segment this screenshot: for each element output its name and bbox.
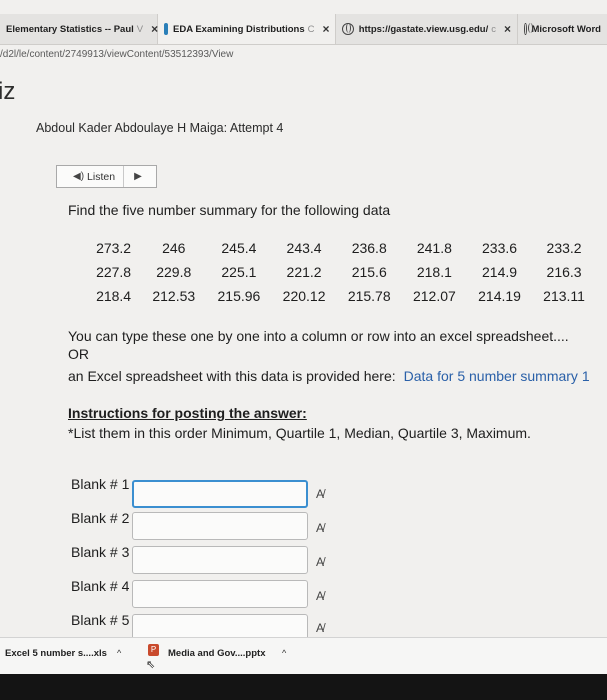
table-row: 227.8 229.8 225.1 221.2 215.6 218.1 214.… xyxy=(86,260,596,284)
download-item-xls[interactable]: Excel 5 number s....xls xyxy=(5,648,107,659)
excel-text: an Excel spreadsheet with this data is p… xyxy=(68,368,396,384)
data-file-link[interactable]: Data for 5 number summary 1 xyxy=(404,368,590,384)
spellcheck-icon[interactable]: A̸ xyxy=(316,487,324,501)
table-cell: 246 xyxy=(162,240,186,256)
spellcheck-icon[interactable]: A̸ xyxy=(316,621,324,635)
play-icon[interactable]: ▶ xyxy=(134,171,142,182)
speaker-icon: ◀) xyxy=(73,171,85,182)
powerpoint-icon: P xyxy=(148,644,159,656)
data-table: 273.2 246 245.4 243.4 236.8 241.8 233.6 … xyxy=(86,236,596,308)
table-cell: 229.8 xyxy=(156,264,192,280)
table-cell: 227.8 xyxy=(96,264,132,280)
download-item-pptx[interactable]: Media and Gov....pptx xyxy=(168,648,265,659)
table-cell: 243.4 xyxy=(286,240,322,256)
blank-2-input[interactable] xyxy=(132,512,308,540)
instructions-heading: Instructions for posting the answer: xyxy=(68,405,307,421)
attempt-label: Abdoul Kader Abdoulaye H Maiga: Attempt … xyxy=(36,121,284,135)
excel-paragraph: an Excel spreadsheet with this data is p… xyxy=(68,368,590,384)
listen-label-group[interactable]: ◀) Listen xyxy=(57,166,125,187)
address-bar[interactable]: /d2l/le/content/2749913/viewContent/5351… xyxy=(0,45,607,65)
chevron-up-icon[interactable]: ^ xyxy=(282,648,286,658)
d2l-icon xyxy=(164,23,168,35)
spellcheck-icon[interactable]: A̸ xyxy=(316,589,324,603)
table-cell: 212.07 xyxy=(412,288,456,304)
tab-title-fade: V xyxy=(136,23,144,35)
tab-title: EDA Examining Distributions xyxy=(173,23,305,35)
tab-title: https://gastate.view.usg.edu/ xyxy=(358,23,489,35)
tab-gastate-view[interactable]: https://gastate.view.usg.edu/ c × xyxy=(336,14,518,44)
spellcheck-icon[interactable]: A̸ xyxy=(316,555,324,569)
globe-icon xyxy=(342,23,354,35)
table-cell: 215.6 xyxy=(351,264,387,280)
page-title: iz xyxy=(0,78,16,105)
table-cell: 218.4 xyxy=(96,288,132,304)
table-cell: 214.19 xyxy=(478,288,521,304)
table-cell: 220.12 xyxy=(282,288,326,304)
table-row: 218.4 212.53 215.96 220.12 215.78 212.07… xyxy=(86,284,596,308)
downloads-bar: Excel 5 number s....xls ^ P ⇖ Media and … xyxy=(0,637,607,674)
table-cell: 214.9 xyxy=(482,264,518,280)
table-cell: 218.1 xyxy=(416,264,452,280)
screen-bezel xyxy=(0,674,607,700)
tab-microsoft-word[interactable]: Microsoft Word xyxy=(518,14,607,44)
table-cell: 225.1 xyxy=(221,264,257,280)
table-cell: 233.6 xyxy=(482,240,518,256)
close-icon[interactable]: × xyxy=(322,22,329,36)
blank-2-label: Blank # 2 xyxy=(71,510,130,526)
blank-3-label: Blank # 3 xyxy=(71,544,130,560)
table-cell: 213.11 xyxy=(543,288,585,304)
listen-label: Listen xyxy=(87,170,116,183)
question-text: Find the five number summary for the fol… xyxy=(68,202,391,218)
tab-eda-examining-distributions[interactable]: EDA Examining Distributions C × xyxy=(158,14,336,44)
table-cell: 215.96 xyxy=(217,288,261,304)
blank-1-label: Blank # 1 xyxy=(71,476,130,492)
blank-3-input[interactable] xyxy=(132,546,308,574)
instruction-paragraph: You can type these one by one into a col… xyxy=(68,328,569,344)
table-cell: 273.2 xyxy=(96,240,132,256)
or-text: OR xyxy=(68,346,89,362)
instructions-body: *List them in this order Minimum, Quarti… xyxy=(68,425,531,441)
table-cell: 245.4 xyxy=(221,240,257,256)
listen-button[interactable]: ◀) Listen ▶ xyxy=(56,165,157,188)
spellcheck-icon[interactable]: A̸ xyxy=(316,521,324,535)
table-cell: 241.8 xyxy=(416,240,452,256)
table-cell: 212.53 xyxy=(152,288,196,304)
globe-icon xyxy=(524,23,532,35)
chevron-up-icon[interactable]: ^ xyxy=(117,648,121,658)
table-cell: 215.78 xyxy=(347,288,391,304)
tab-title: Microsoft Word xyxy=(531,23,602,35)
blank-1-input[interactable] xyxy=(132,480,308,508)
mouse-cursor-icon: ⇖ xyxy=(146,659,156,671)
close-icon[interactable]: × xyxy=(504,22,511,36)
blank-5-label: Blank # 5 xyxy=(71,612,130,628)
browser-window: Elementary Statistics -- Paul V × EDA Ex… xyxy=(0,0,607,700)
blank-4-label: Blank # 4 xyxy=(71,578,130,594)
blank-4-input[interactable] xyxy=(132,580,308,608)
table-cell: 233.2 xyxy=(546,240,582,256)
table-cell: 216.3 xyxy=(546,264,582,280)
table-cell: 236.8 xyxy=(351,240,387,256)
tab-title-fade: C xyxy=(307,23,315,35)
tab-title: Elementary Statistics -- Paul xyxy=(6,23,134,35)
table-row: 273.2 246 245.4 243.4 236.8 241.8 233.6 … xyxy=(86,236,596,260)
tab-bar: Elementary Statistics -- Paul V × EDA Ex… xyxy=(0,14,607,45)
table-cell: 221.2 xyxy=(286,264,322,280)
tab-elementary-statistics[interactable]: Elementary Statistics -- Paul V × xyxy=(0,14,158,44)
tab-title-fade: c xyxy=(491,23,496,35)
